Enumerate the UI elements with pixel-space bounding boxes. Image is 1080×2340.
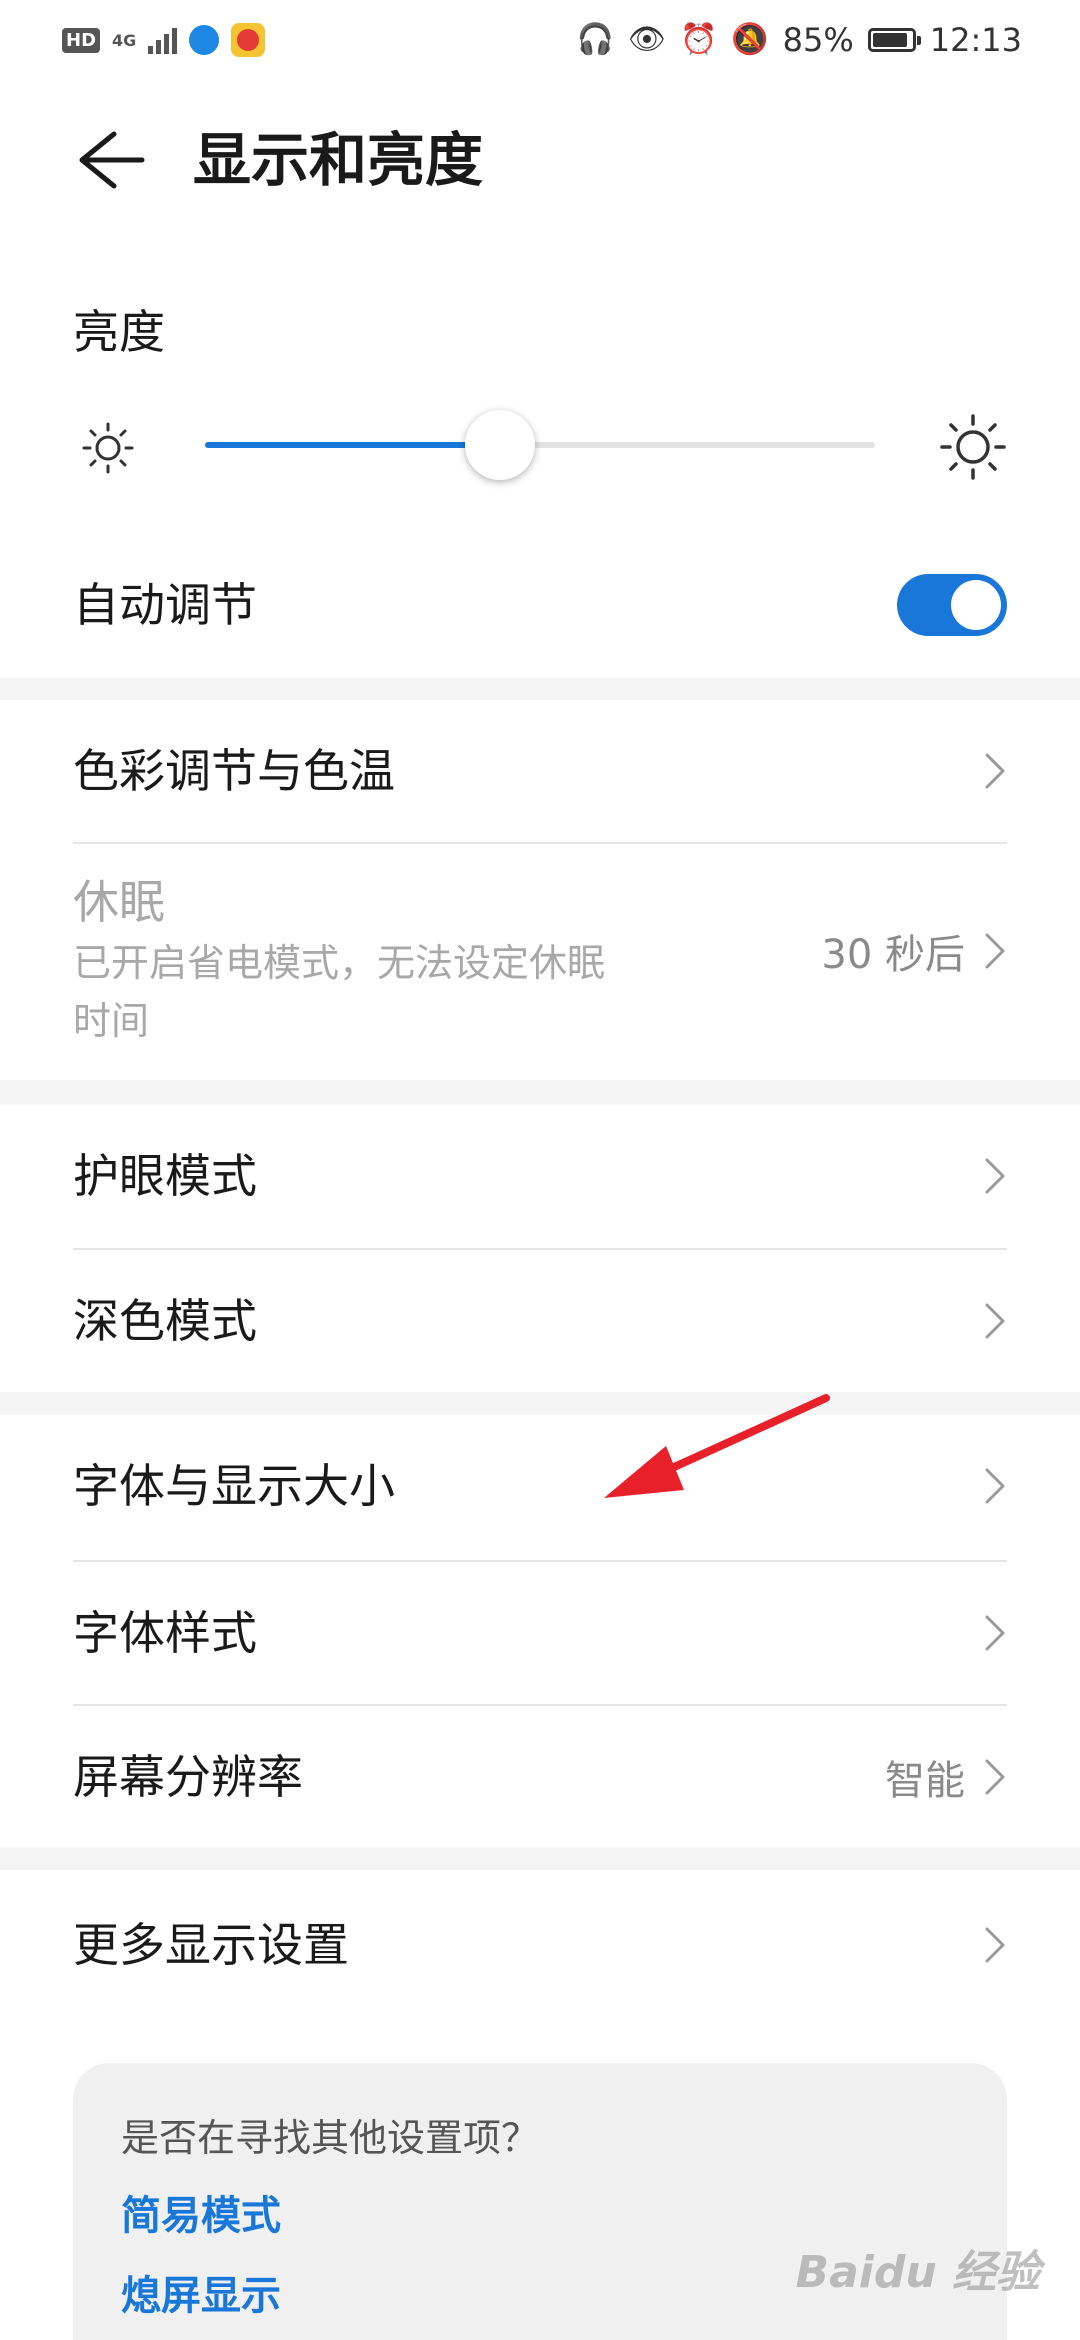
sun-low-icon — [82, 422, 134, 474]
screen-resolution-label: 屏幕分辨率 — [73, 1750, 303, 1804]
eye-icon: 👁 — [627, 22, 666, 57]
eye-comfort-row[interactable]: 护眼模式 — [73, 1105, 1007, 1247]
back-arrow-icon[interactable] — [70, 120, 150, 200]
sleep-row: 休眠 已开启省电模式，无法设定休眠 时间 30 秒后 — [73, 870, 1007, 1060]
brightness-label: 亮度 — [73, 305, 165, 359]
suggestion-question: 是否在寻找其他设置项？ — [121, 2116, 540, 2160]
chevron-right-icon — [985, 933, 1005, 969]
chevron-right-icon — [985, 1759, 1005, 1795]
sleep-text: 休眠 已开启省电模式，无法设定休眠 时间 — [73, 870, 605, 1050]
font-display-size-row[interactable]: 字体与显示大小 — [73, 1415, 1007, 1557]
chevron-right-icon — [985, 1303, 1005, 1339]
eye-comfort-label: 护眼模式 — [73, 1149, 257, 1203]
status-bar-right: 🎧 👁 ⏰ 🔕 85% 12:13 — [576, 18, 1022, 62]
screen-resolution-row[interactable]: 屏幕分辨率 智能 — [73, 1706, 1007, 1848]
annotation-arrow-icon — [604, 1394, 830, 1498]
font-section: 字体与显示大小 字体样式 屏幕分辨率 智能 — [0, 1415, 1080, 1847]
alarm-icon: ⏰ — [679, 22, 718, 57]
brightness-slider-thumb[interactable] — [465, 410, 535, 480]
sleep-subtitle: 已开启省电模式，无法设定休眠 — [73, 941, 606, 985]
brightness-fill — [205, 442, 500, 448]
watermark-logo: Baidu 经验 — [795, 2247, 1040, 2298]
status-bar: HD 4G 🎧 👁 ⏰ 🔕 85% 12:13 — [0, 0, 1080, 80]
color-temperature-row[interactable]: 色彩调节与色温 — [73, 700, 1007, 842]
app-notification-icon-2 — [231, 23, 266, 57]
sleep-label: 休眠 — [73, 875, 165, 929]
sleep-subtitle-line2: 时间 — [73, 999, 150, 1043]
brightness-section: 亮度 自动调节 — [0, 300, 1080, 678]
hd-badge: HD — [62, 27, 101, 53]
auto-adjust-row[interactable]: 自动调节 — [73, 570, 1007, 640]
always-on-display-link[interactable]: 熄屏显示 — [121, 2263, 281, 2321]
app-notification-icon — [189, 25, 220, 55]
sun-high-icon — [940, 414, 1006, 480]
dark-mode-label: 深色模式 — [73, 1294, 257, 1348]
color-temperature-label: 色彩调节与色温 — [73, 744, 395, 798]
auto-adjust-label: 自动调节 — [73, 578, 257, 632]
brightness-slider[interactable] — [205, 410, 875, 480]
chevron-right-icon — [985, 753, 1005, 789]
chevron-right-icon — [985, 1158, 1005, 1194]
brightness-slider-row — [0, 400, 1080, 500]
sleep-value-group: 30 秒后 — [821, 922, 1007, 980]
font-style-label: 字体样式 — [73, 1606, 257, 1660]
sleep-value: 30 秒后 — [821, 932, 965, 978]
chevron-right-icon — [985, 1468, 1005, 1504]
auto-adjust-toggle[interactable] — [897, 574, 1007, 636]
resolution-value-group: 智能 — [885, 1748, 1007, 1806]
network-type: 4G — [112, 30, 137, 50]
simple-mode-link[interactable]: 简易模式 — [121, 2183, 281, 2241]
font-style-row[interactable]: 字体样式 — [73, 1562, 1007, 1704]
chevron-right-icon — [985, 1615, 1005, 1651]
headphones-icon: 🎧 — [576, 22, 614, 57]
signal-icon — [148, 26, 178, 54]
bell-off-icon: 🔕 — [731, 22, 769, 57]
font-display-size-label: 字体与显示大小 — [73, 1459, 395, 1513]
more-display-settings-label: 更多显示设置 — [73, 1918, 349, 1972]
more-display-settings-row[interactable]: 更多显示设置 — [73, 1870, 1007, 2020]
battery-percent: 85% — [782, 21, 854, 59]
screen-resolution-value: 智能 — [885, 1758, 965, 1804]
status-bar-left: HD 4G — [62, 20, 266, 60]
page-title: 显示和亮度 — [193, 126, 484, 194]
display-color-section: 色彩调节与色温 休眠 已开启省电模式，无法设定休眠 时间 30 秒后 — [0, 700, 1080, 1080]
top-bar: 显示和亮度 — [0, 80, 1080, 300]
chevron-right-icon — [985, 1927, 1005, 1963]
dark-mode-row[interactable]: 深色模式 — [73, 1250, 1007, 1392]
divider — [73, 842, 1007, 844]
battery-icon — [867, 28, 921, 52]
mode-section: 护眼模式 深色模式 — [0, 1105, 1080, 1392]
clock: 12:13 — [929, 21, 1022, 59]
